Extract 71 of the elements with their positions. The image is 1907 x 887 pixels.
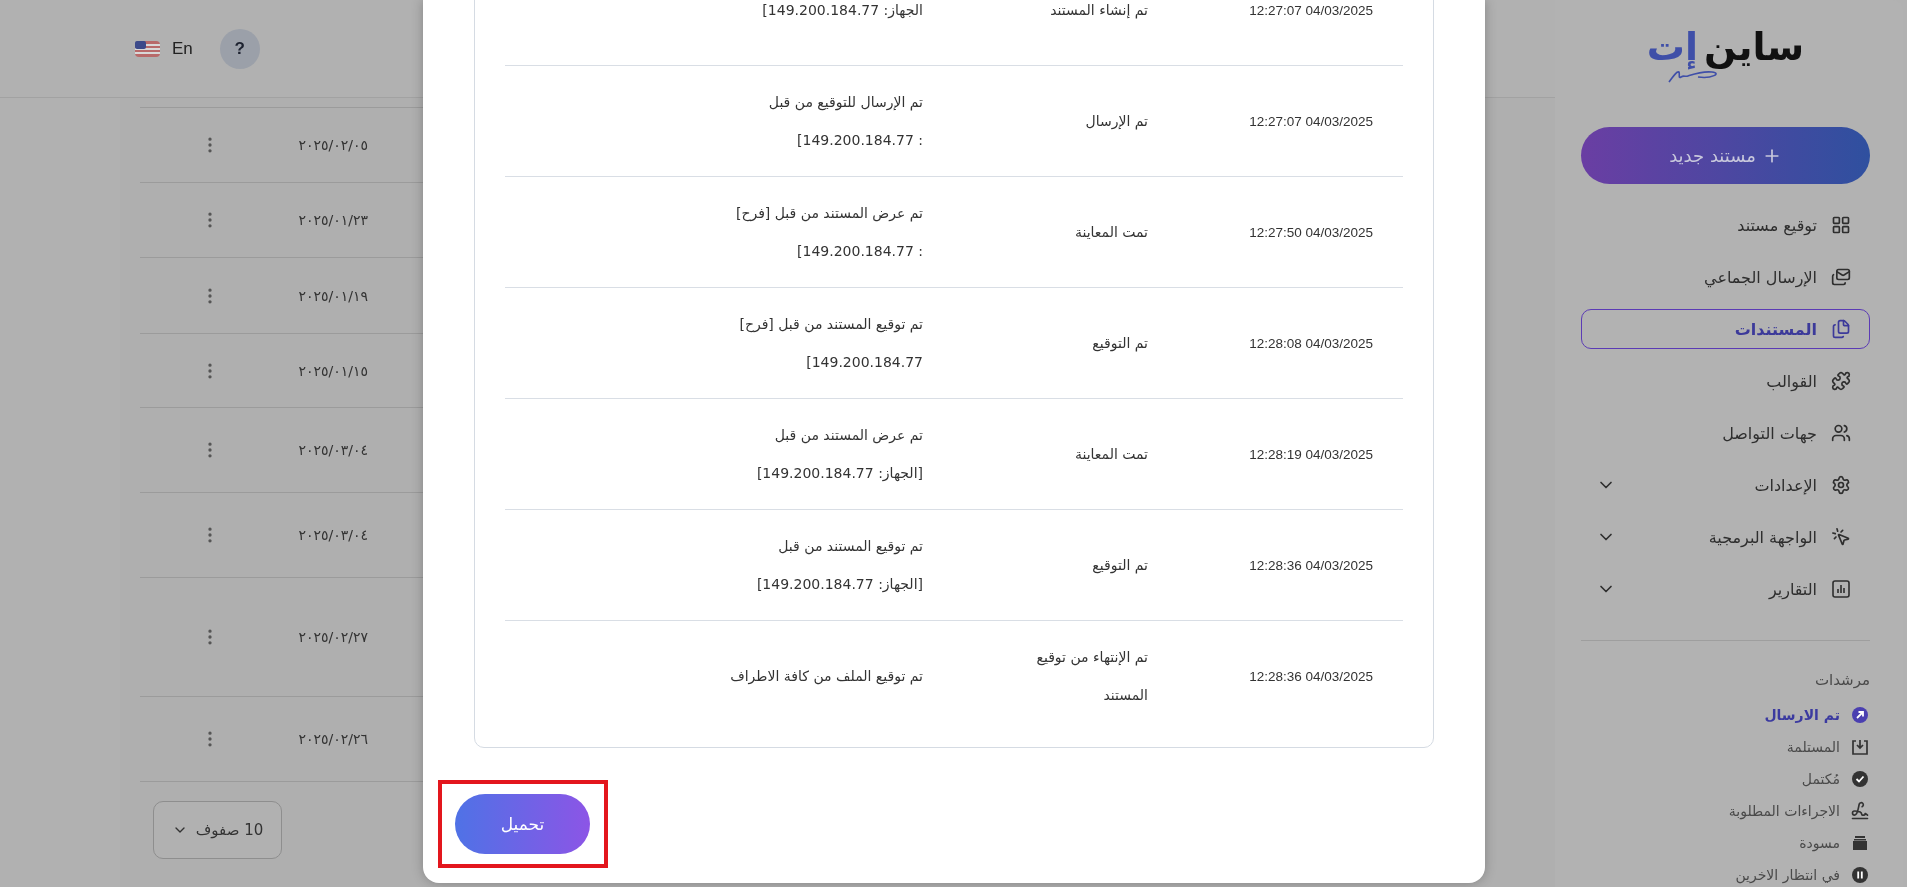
nav-icon [1831, 475, 1851, 495]
time-cell-text: 12:27:50 04/03/2025 [1248, 224, 1374, 240]
filter-item[interactable]: مسودة [1581, 831, 1870, 855]
filter-item[interactable]: مُكتمل [1581, 767, 1870, 791]
nav-icon [1831, 527, 1851, 547]
time-cell-text: 12:28:08 04/03/2025 [1248, 335, 1374, 351]
date-cell-text: ٢٠٢٥/٠٢/٠٥ [297, 137, 368, 153]
filter-item[interactable]: تم الارسال [1581, 703, 1870, 727]
tray-stack-icon [1850, 833, 1870, 853]
rows-per-page-select[interactable]: 10 صفوف [153, 801, 282, 859]
us-flag-icon [135, 40, 160, 57]
nav-icon [1831, 319, 1851, 339]
event-cell-text: تم الإنتهاء من توقيع المستند [1035, 648, 1148, 705]
date-cell-text: ٢٠٢٥/٠٣/٠٤ [297, 442, 368, 458]
nav-icon [1831, 215, 1851, 235]
event-cell-text: تم التوقيع [1091, 334, 1148, 354]
download-tray-icon [1850, 737, 1870, 757]
nav-icon [1831, 267, 1851, 287]
signature-icon [1850, 801, 1870, 821]
nav-icon [1831, 423, 1851, 443]
time-cell-text: 12:28:36 04/03/2025 [1248, 557, 1374, 573]
details-text: تم عرض المستند من قبل [773, 426, 923, 446]
nav-icon [1831, 371, 1851, 391]
event-cell-text: تم الإرسال [1084, 112, 1148, 132]
nav-item[interactable]: القوالب [1581, 361, 1870, 401]
time-cell-text: 12:27:07 04/03/2025 [1248, 2, 1374, 18]
language-label[interactable]: En [172, 38, 193, 59]
nav-item[interactable]: توقيع مستند [1581, 205, 1870, 245]
date-cell-text: ٢٠٢٥/٠١/٢٣ [297, 212, 368, 228]
filter-item[interactable]: الاجراءات المطلوبة [1581, 799, 1870, 823]
nav-item[interactable]: المستندات [1581, 309, 1870, 349]
nav-item[interactable]: الإعدادات [1581, 465, 1870, 505]
date-cell-text: ٢٠٢٥/٠١/١٩ [297, 287, 368, 304]
event-cell-text: تمت المعاينة [1073, 445, 1148, 464]
details-text: [الجهاز: 149.200.184.77] [755, 575, 923, 595]
help-button[interactable]: ? [219, 28, 260, 69]
logo-text: ساين [1704, 25, 1805, 69]
date-cell-text: ٢٠٢٥/٠٢/٢٦ [297, 731, 368, 747]
details-text: الجهاز: 149.200.184.77] [761, 1, 923, 21]
details-text: تم توقيع المستند من قبل [فرح] [738, 315, 923, 335]
arrow-circle-icon [1850, 705, 1870, 725]
nav-item[interactable]: التقارير [1581, 569, 1870, 609]
details-text: تم توقيع الملف من كافة الاطراف [729, 667, 923, 687]
download-button[interactable]: تحميل [455, 794, 590, 854]
details-text: [الجهاز: 149.200.184.77] [755, 464, 923, 484]
new-document-button[interactable]: مستند جديد [1581, 127, 1870, 184]
nav-item[interactable]: جهات التواصل [1581, 413, 1870, 453]
event-cell-text: تم إنشاء المستند [1049, 1, 1148, 21]
time-cell-text: 12:28:36 04/03/2025 [1248, 668, 1374, 684]
date-cell-text: ٢٠٢٥/٠٣/٠٤ [297, 527, 368, 543]
logo-accent-text: إت [1646, 25, 1699, 69]
nav-item[interactable]: الإرسال الجماعي [1581, 257, 1870, 297]
check-circle-icon [1850, 769, 1870, 789]
details-text: 149.200.184.77] [805, 353, 923, 372]
details-text: : 149.200.184.77] [796, 131, 923, 150]
filter-item[interactable]: المستلمة [1581, 735, 1870, 759]
bar-chart-icon [1831, 579, 1851, 599]
nav-item[interactable]: الواجهة البرمجية [1581, 517, 1870, 557]
event-cell-text: تم التوقيع [1091, 556, 1148, 576]
time-cell-text: 12:27:07 04/03/2025 [1248, 113, 1374, 129]
filter-item[interactable]: في انتظار الاخرين [1581, 863, 1870, 887]
pause-circle-icon [1850, 865, 1870, 885]
details-text: : 149.200.184.77] [796, 242, 923, 261]
event-cell-text: تمت المعاينة [1073, 223, 1148, 242]
date-cell-text: ٢٠٢٥/٠٢/٢٧ [297, 629, 368, 645]
details-text: تم الإرسال للتوقيع من قبل [767, 93, 923, 113]
time-cell-text: 12:28:19 04/03/2025 [1248, 446, 1374, 462]
date-cell-text: ٢٠٢٥/٠١/١٥ [297, 362, 368, 379]
filters-heading: مرشدات [1813, 671, 1870, 689]
details-text: تم عرض المستند من قبل [فرح] [734, 204, 923, 224]
details-text: تم توقيع المستند من قبل [777, 537, 923, 557]
